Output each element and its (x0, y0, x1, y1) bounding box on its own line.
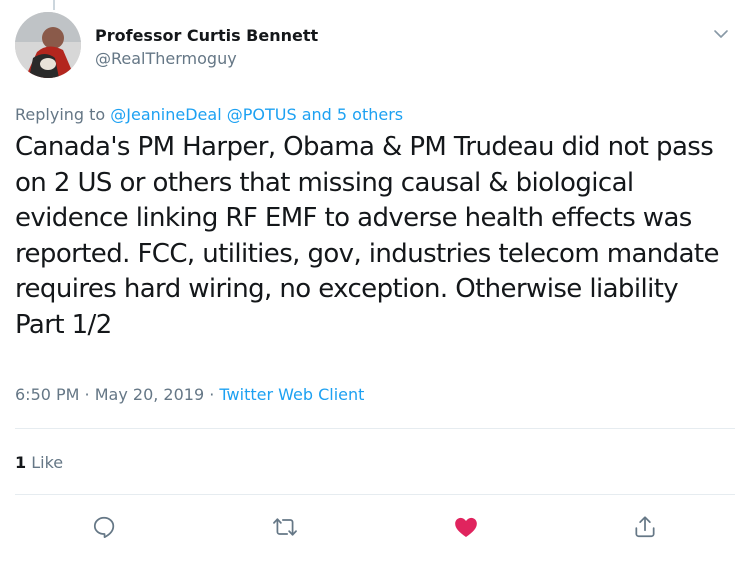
chevron-down-icon[interactable] (711, 24, 731, 44)
replying-to: Replying to @JeanineDeal @POTUS and 5 ot… (15, 104, 403, 126)
divider (15, 494, 735, 495)
divider (15, 428, 735, 429)
author-names: Professor Curtis Bennett @RealThermoguy (95, 26, 318, 70)
heart-icon (455, 517, 477, 537)
tweet-text: Canada's PM Harper, Obama & PM Trudeau d… (15, 132, 720, 340)
tweet-meta: 6:50 PM · May 20, 2019 · Twitter Web Cli… (15, 384, 364, 406)
share-button[interactable] (630, 512, 660, 542)
likes-count: 1 (15, 453, 27, 472)
retweet-icon (273, 518, 297, 536)
author-display-name[interactable]: Professor Curtis Bennett (95, 26, 318, 46)
avatar-image (15, 12, 81, 78)
like-button[interactable] (451, 512, 481, 542)
author-handle[interactable]: @RealThermoguy (95, 48, 318, 70)
reply-icon (93, 516, 115, 539)
tweet-timestamp[interactable]: 6:50 PM · May 20, 2019 · (15, 385, 219, 404)
thread-connector (53, 0, 55, 10)
likes-label: Like (26, 453, 64, 472)
share-icon (635, 516, 655, 538)
avatar[interactable] (15, 12, 81, 78)
tweet-source[interactable]: Twitter Web Client (219, 385, 364, 404)
tweet-header: Professor Curtis Bennett @RealThermoguy (15, 12, 735, 82)
reply-button[interactable] (89, 512, 119, 542)
action-bar (0, 512, 750, 548)
replying-to-prefix: Replying to (15, 105, 106, 124)
retweet-button[interactable] (270, 512, 300, 542)
replying-to-mentions[interactable]: @JeanineDeal @POTUS and 5 others (110, 105, 403, 124)
likes-stat[interactable]: 1 Like (15, 452, 63, 474)
